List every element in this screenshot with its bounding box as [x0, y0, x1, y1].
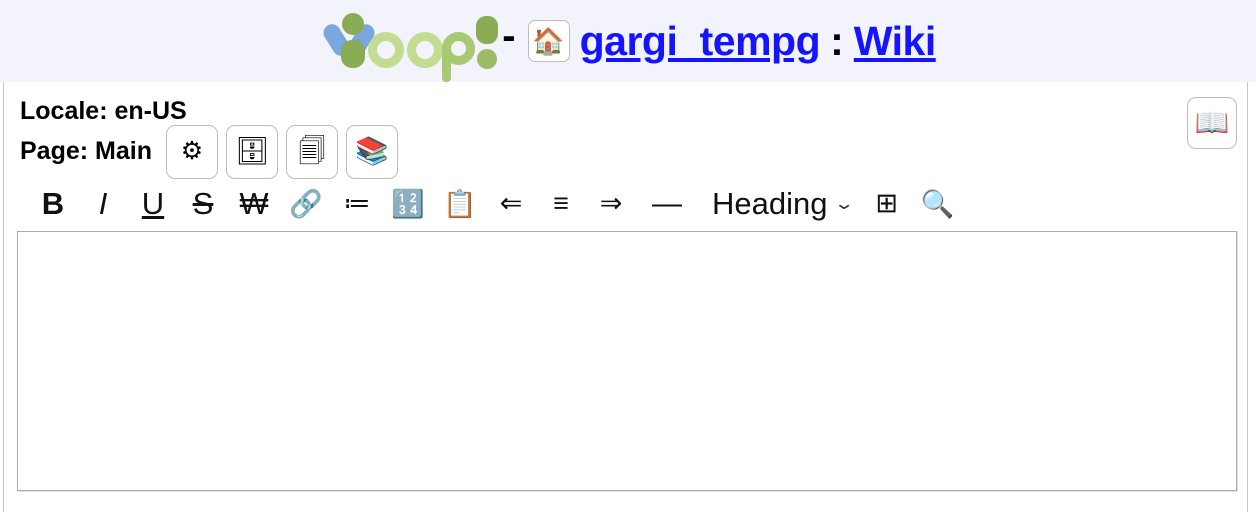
- link-icon[interactable]: 🔗: [280, 182, 332, 226]
- numbered-list-icon[interactable]: 🔢: [382, 182, 434, 226]
- file-cabinet-button[interactable]: 🗄: [225, 124, 278, 179]
- home-button[interactable]: 🏠: [527, 20, 570, 62]
- search-icon[interactable]: 🔍: [912, 182, 964, 226]
- bold-button[interactable]: B: [28, 182, 78, 226]
- logo-exclamation-dot-icon: [477, 49, 498, 69]
- books-icon: 📚: [355, 136, 389, 166]
- logo-exclamation-bar-icon: [476, 16, 499, 44]
- home-icon: 🏠: [532, 26, 565, 56]
- file-cabinet-icon: 🗄: [234, 136, 270, 166]
- open-book-icon: 📖: [1194, 107, 1230, 138]
- open-book-button[interactable]: 📖: [1187, 97, 1237, 149]
- breadcrumb-page-link[interactable]: Wiki: [854, 20, 936, 62]
- align-center-icon[interactable]: ≡: [536, 182, 586, 226]
- books-button[interactable]: 📚: [345, 124, 398, 179]
- heading-dropdown[interactable]: Heading ⌄: [698, 182, 862, 226]
- page-copy-button[interactable]: 🗐: [285, 124, 338, 179]
- align-left-icon[interactable]: ⇐: [486, 182, 536, 226]
- won-sign-button[interactable]: ₩: [228, 182, 280, 226]
- italic-button[interactable]: I: [78, 182, 128, 226]
- breadcrumb-namespace-link[interactable]: gargi_tempg: [580, 20, 821, 62]
- header-inner: - 🏠 gargi_tempg : Wiki: [320, 10, 936, 82]
- format-toolbar: B I U S ₩ 🔗 ≔ 🔢 📋 ⇐ ≡ ⇒ — Heading ⌄ ⊞ 🔍: [4, 179, 1247, 231]
- gear-icon: ⚙: [180, 137, 204, 165]
- locale-label: Locale: en-US: [20, 97, 187, 125]
- bullet-list-icon[interactable]: ≔: [332, 182, 382, 226]
- settings-button[interactable]: ⚙: [165, 124, 218, 179]
- breadcrumb-colon: :: [830, 17, 844, 64]
- logo-p-stem-icon: [442, 50, 452, 82]
- align-right-icon[interactable]: ⇒: [586, 182, 636, 226]
- strikethrough-button[interactable]: S: [178, 182, 228, 226]
- page-label: Page: Main: [20, 137, 152, 166]
- chevron-down-icon: ⌄: [833, 193, 856, 213]
- page-row: Page: Main ⚙ 🗄 🗐 📚: [20, 124, 1247, 179]
- heading-dropdown-label: Heading: [712, 185, 828, 221]
- logo-y-stem-icon: [341, 40, 366, 68]
- horizontal-rule-icon[interactable]: —: [636, 182, 698, 226]
- yoop-logo: [320, 10, 499, 82]
- table-icon[interactable]: ⊞: [862, 182, 912, 226]
- clipboard-icon[interactable]: 📋: [434, 182, 486, 226]
- wiki-editor-textarea[interactable]: [17, 230, 1237, 491]
- meta-section: Locale: en-US Page: Main ⚙ 🗄 🗐 📚: [4, 82, 1247, 179]
- underline-button[interactable]: U: [128, 182, 178, 226]
- logo-o-second-icon: [407, 32, 444, 68]
- title-separator: -: [502, 14, 516, 58]
- page-copy-icon: 🗐: [298, 136, 326, 166]
- page-header: - 🏠 gargi_tempg : Wiki: [0, 0, 1256, 82]
- logo-o-first-icon: [368, 32, 405, 68]
- content-frame: Locale: en-US Page: Main ⚙ 🗄 🗐 📚 📖 B I U…: [3, 82, 1248, 512]
